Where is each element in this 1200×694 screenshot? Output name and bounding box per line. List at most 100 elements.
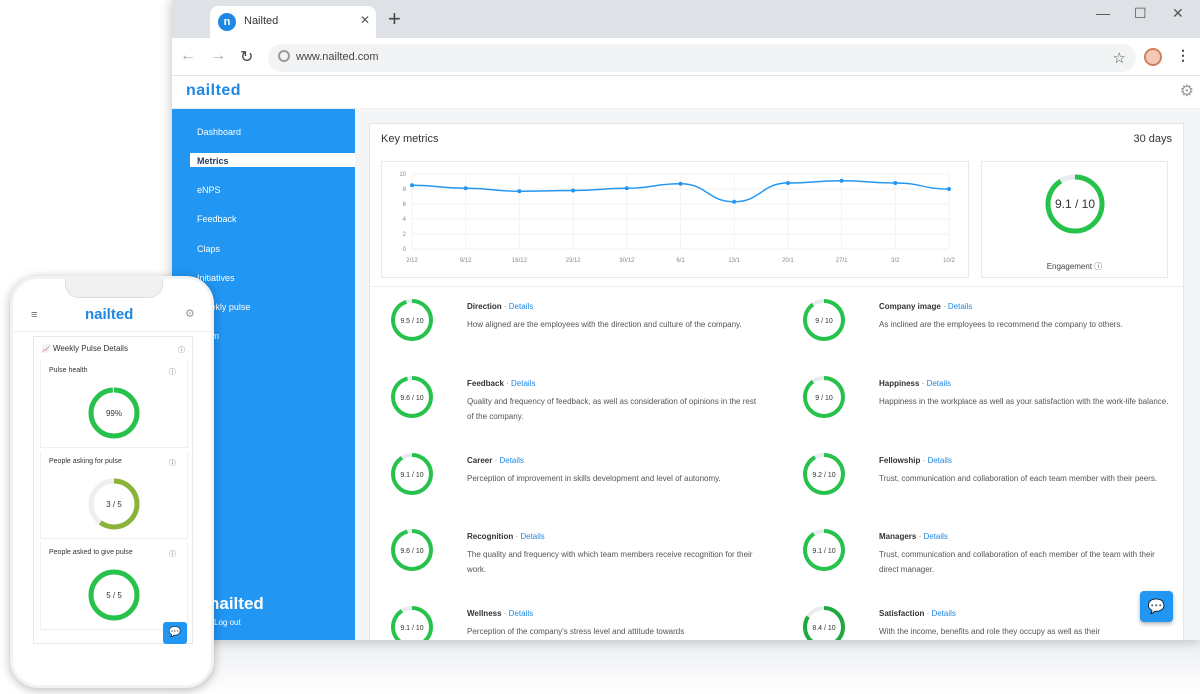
metric-score: 9.2 / 10 [812,472,835,479]
metric-ring: 9.6 / 10 [391,376,433,418]
weekly-pulse-title-text: Weekly Pulse Details [52,344,128,353]
metric-score: 9 / 10 [815,395,833,402]
chart-x-tick-label: 9/12 [460,258,472,264]
url-input[interactable]: www.nailted.com ☆ [268,44,1136,72]
chart-y-tick-label: 2 [403,232,407,238]
chart-x-tick-label: 23/12 [566,258,582,264]
metric-score: 9.1 / 10 [812,548,835,555]
metric-title: Recognition · Details [467,532,545,541]
app-header: nailted ⚙ [172,76,1200,109]
sidebar-item-enps[interactable]: eNPS [197,185,221,195]
metric-description: How aligned are the employees with the d… [467,320,742,329]
hamburger-menu-icon[interactable]: ≡ [31,309,37,321]
nailted-favicon-icon: n [218,13,236,31]
separator-dot: · [501,302,509,311]
sidebar-item-feedback[interactable]: Feedback [197,214,237,224]
details-link[interactable]: Details [499,456,523,465]
metric-ring: 9 / 10 [803,299,845,341]
tab-nailted[interactable]: n Nailted ✕ [210,6,376,38]
details-link[interactable]: Details [511,379,535,388]
mobile-header-divider [13,331,211,332]
metric-name: Recognition [467,532,514,541]
chart-x-tick-label: 6/1 [676,258,685,264]
new-tab-icon[interactable]: + [388,8,401,30]
metric-description: Quality and frequency of feedback, as we… [467,397,757,421]
info-icon[interactable]: ⓘ [1094,262,1102,271]
chart-y-tick-label: 0 [403,247,407,253]
tab-close-icon[interactable]: ✕ [360,13,370,27]
metric-name: Managers [879,532,917,541]
close-window-icon[interactable]: ✕ [1172,5,1184,22]
metric-item: 9.6 / 10 Recognition · Details The quality… [370,528,752,598]
pulse-ring-svg: 5 / 5 [88,569,140,621]
phone-notch [65,279,163,298]
forward-icon[interactable]: → [210,47,226,65]
separator-dot: · [940,302,948,311]
chart-data-point [947,187,951,191]
pulse-widget: People asked to give pulse ⓘ 5 / 5 [40,542,188,630]
metric-name: Company image [879,302,941,311]
metric-ring: 9.1 / 10 [391,453,433,495]
pulse-value: 5 / 5 [106,591,122,600]
metric-title: Direction · Details [467,302,533,311]
metric-item: 9 / 10 Happiness · Details Happiness in th… [782,375,1168,445]
metric-description: Trust, communication and collaboration o… [879,550,1155,574]
details-link[interactable]: Details [948,302,972,311]
maximize-icon[interactable]: ☐ [1134,5,1147,22]
metric-ring: 9.5 / 10 [391,299,433,341]
app-logo[interactable]: nailted [186,82,241,100]
metric-score: 9 / 10 [815,318,833,325]
back-icon[interactable]: ← [180,47,196,65]
details-link[interactable]: Details [927,456,951,465]
settings-gear-icon[interactable]: ⚙ [1180,81,1194,101]
logout-link[interactable]: Log out [214,618,241,627]
chat-button[interactable]: 💬 [1140,591,1173,622]
engagement-label-text: Engagement [1046,262,1093,271]
chart-y-tick-label: 8 [403,187,407,193]
engagement-trend-chart: 0 2 4 6 8 10 2/12 9/12 16/12 23/12 30/12 6/1 13/1 20/… [381,161,969,278]
metric-title: Feedback · Details [467,379,535,388]
time-range-selector[interactable]: 30 days [1133,133,1172,145]
details-link[interactable]: Details [927,379,951,388]
browser-menu-icon[interactable]: ⋮ [1176,47,1190,64]
chart-x-tick-label: 3/2 [891,258,900,264]
details-link[interactable]: Details [520,532,544,541]
info-icon[interactable]: ⓘ [178,345,185,355]
mobile-gear-icon[interactable]: ⚙ [185,307,195,320]
metric-title: Career · Details [467,456,524,465]
trend-chart-svg: 0 2 4 6 8 10 2/12 9/12 16/12 23/12 30/12 6/1 13/1 20/… [399,172,955,264]
weekly-pulse-title: 📈 Weekly Pulse Details [42,344,128,353]
profile-avatar[interactable] [1144,48,1162,66]
metric-item: 9.6 / 10 Feedback · Details Quality and fr… [370,375,756,445]
metric-title: Company image · Details [879,302,972,311]
mobile-phone-mockup: ≡ nailted ⚙ 📈 Weekly Pulse Details ⓘ Pul… [10,276,214,688]
sidebar-item-claps[interactable]: Claps [197,244,220,254]
metric-item: 9.1 / 10 Managers · Details Trust, communi… [782,528,1162,598]
chart-data-point [839,178,844,183]
sidebar-item-metrics[interactable]: Metrics [190,153,355,167]
engagement-ring-svg: 9.1 / 10 [1045,174,1105,234]
chart-data-point [785,181,790,185]
bookmark-star-icon[interactable]: ☆ [1113,49,1126,67]
chart-data-point [410,183,414,188]
mobile-chat-button[interactable]: 💬 [163,622,187,644]
card-title: Key metrics [381,133,439,145]
pulse-value: 3 / 5 [106,500,122,509]
pulse-value: 99% [106,409,122,418]
reload-icon[interactable]: ↻ [240,47,253,67]
sidebar-item-dashboard[interactable]: Dashboard [197,127,241,137]
metric-title: Fellowship · Details [879,456,952,465]
details-link[interactable]: Details [931,609,955,618]
metric-ring: 9.1 / 10 [391,606,433,640]
metric-ring: 9.2 / 10 [803,453,845,495]
separator-dot: · [501,609,509,618]
metric-item: 9 / 10 Company image · Details As inclined… [782,298,1162,368]
metric-description: With the income, benefits and role they … [879,627,1100,636]
minimize-icon[interactable]: — [1096,5,1110,21]
metric-title: Happiness · Details [879,379,951,388]
details-link[interactable]: Details [923,532,947,541]
metric-name: Direction [467,302,502,311]
metric-ring: 9.6 / 10 [391,529,433,571]
details-link[interactable]: Details [509,609,533,618]
details-link[interactable]: Details [509,302,533,311]
